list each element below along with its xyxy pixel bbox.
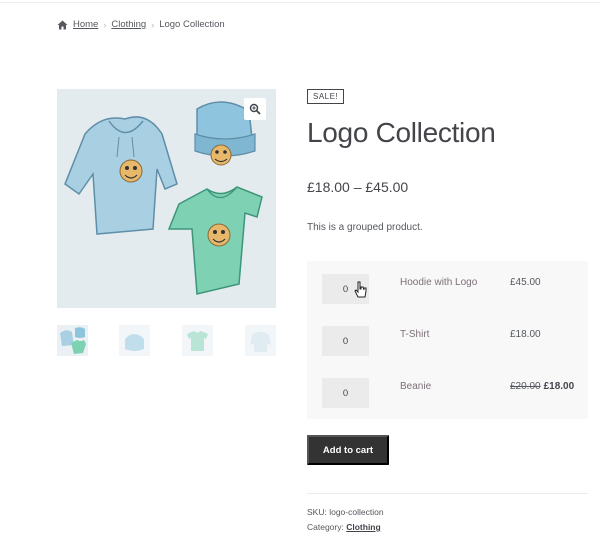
product-price-range: £18.00 – £45.00 <box>307 179 409 195</box>
regular-price: £20.00 <box>510 381 541 392</box>
cursor-icon <box>354 281 367 298</box>
add-to-cart-button[interactable]: Add to cart <box>307 435 389 465</box>
grouped-product-price: £20.00 £18.00 <box>510 381 574 392</box>
sku-label: SKU: <box>307 507 327 517</box>
meta-divider <box>307 493 588 494</box>
quantity-input-tshirt[interactable]: 0 <box>322 326 369 356</box>
product-main-image[interactable] <box>57 89 276 308</box>
quantity-input-beanie[interactable]: 0 <box>322 378 369 408</box>
thumbnail-beanie[interactable] <box>119 325 150 356</box>
category-link[interactable]: Clothing <box>346 522 380 532</box>
thumbnail-tshirt[interactable] <box>182 325 213 356</box>
sku-value: logo-collection <box>329 507 384 517</box>
grouped-product-link-hoodie[interactable]: Hoodie with Logo <box>400 277 477 288</box>
breadcrumb-home-link[interactable]: Home <box>73 19 98 30</box>
sale-price: £18.00 <box>543 381 575 392</box>
thumbnail-logo-collection[interactable] <box>57 325 88 356</box>
product-category: Category: Clothing <box>307 522 381 532</box>
grouped-product-link-tshirt[interactable]: T-Shirt <box>400 329 429 340</box>
product-short-description: This is a grouped product. <box>307 222 423 233</box>
grouped-products-table: 0 Hoodie with Logo £45.00 0 T-Shirt £18.… <box>307 261 588 419</box>
breadcrumb-separator: › <box>151 19 155 30</box>
grouped-product-row: 0 Beanie £20.00 £18.00 <box>307 365 588 417</box>
home-icon <box>57 20 68 29</box>
thumbnail-hoodie[interactable] <box>245 325 276 356</box>
breadcrumb-category-link[interactable]: Clothing <box>111 19 146 30</box>
product-illustration <box>64 101 263 295</box>
grouped-product-row: 0 T-Shirt £18.00 <box>307 313 588 365</box>
category-label: Category: <box>307 522 344 532</box>
zoom-button[interactable] <box>244 98 266 120</box>
breadcrumb-separator: › <box>103 19 107 30</box>
header-divider <box>0 0 600 3</box>
grouped-product-price: £45.00 <box>510 277 541 288</box>
sale-badge: SALE! <box>307 89 345 104</box>
grouped-product-link-beanie[interactable]: Beanie <box>400 381 431 392</box>
breadcrumb-current: Logo Collection <box>159 19 225 30</box>
product-title: Logo Collection <box>307 117 496 148</box>
zoom-icon <box>249 103 261 115</box>
grouped-product-row: 0 Hoodie with Logo £45.00 <box>307 261 588 313</box>
breadcrumb: Home › Clothing › Logo Collection <box>57 19 225 30</box>
grouped-product-price: £18.00 <box>510 329 541 340</box>
product-sku: SKU: logo-collection <box>307 507 384 517</box>
